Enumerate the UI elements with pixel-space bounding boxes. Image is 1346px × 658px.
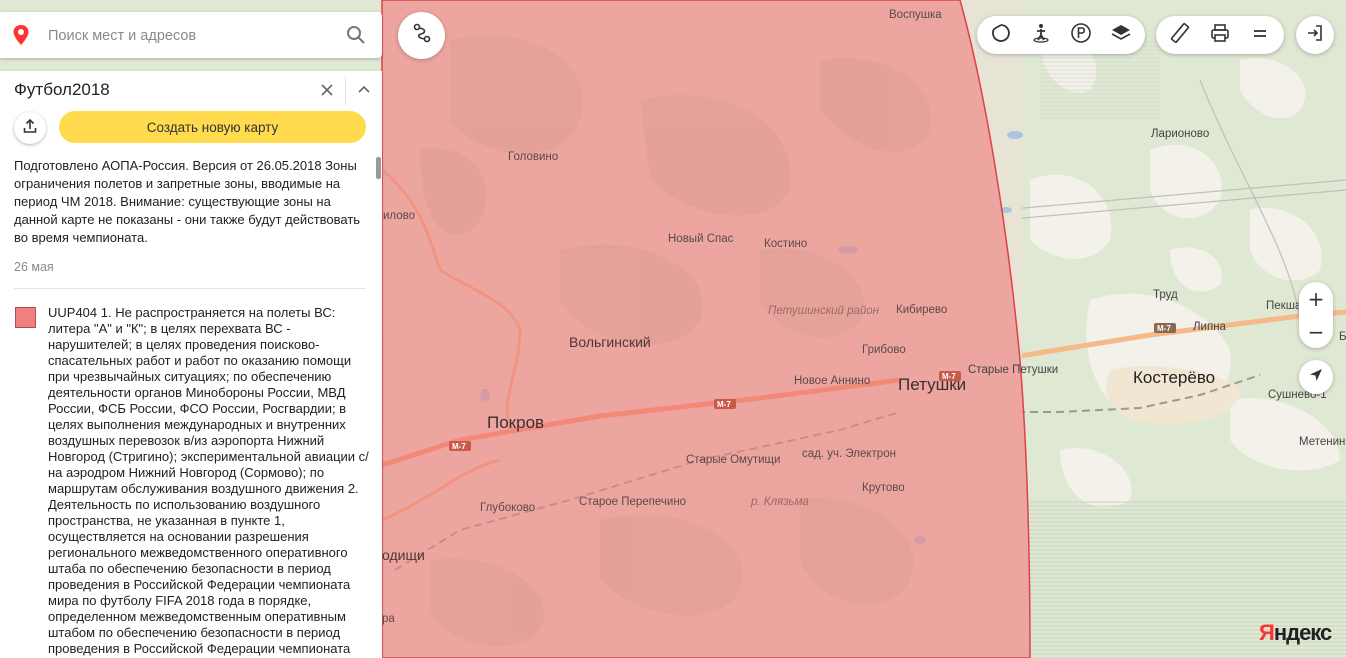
svg-text:M-7: M-7 bbox=[1157, 324, 1171, 333]
zone-item-text[interactable]: UUP404 1. Не распространяется на полеты … bbox=[48, 305, 370, 657]
label-ra: ра bbox=[382, 613, 395, 625]
label-volginsky: Вольгинский bbox=[569, 334, 651, 350]
label-larionovo: Ларионово bbox=[1151, 128, 1209, 140]
label-ilovo: илово bbox=[383, 210, 415, 222]
map-description: Подготовлено АОПА-Россия. Версия от 26.0… bbox=[14, 158, 361, 245]
divider bbox=[345, 77, 346, 105]
map-layers-toolbar bbox=[977, 16, 1145, 54]
label-elektron: сад. уч. Электрон bbox=[802, 448, 896, 460]
login-button[interactable] bbox=[1296, 16, 1334, 54]
label-roditsy: одищи bbox=[382, 547, 425, 563]
svg-text:M-7: M-7 bbox=[717, 400, 731, 409]
map-date: 26 мая bbox=[14, 260, 54, 274]
location-arrow-icon bbox=[1308, 367, 1324, 388]
route-button[interactable] bbox=[398, 12, 445, 59]
pedestrian-icon bbox=[1030, 22, 1052, 49]
label-voshushka: Воспушка bbox=[889, 9, 942, 21]
svg-text:M-7: M-7 bbox=[942, 372, 956, 381]
label-district: Петушинский район bbox=[768, 305, 880, 317]
layers-button[interactable] bbox=[1101, 16, 1141, 54]
zoom-out-button[interactable]: − bbox=[1299, 315, 1333, 348]
share-icon bbox=[22, 118, 38, 139]
label-peksha: Пекша bbox=[1266, 300, 1302, 312]
map-pin-icon bbox=[12, 24, 30, 51]
parking-icon bbox=[1070, 22, 1092, 49]
print-button[interactable] bbox=[1200, 16, 1240, 54]
label-novy-spas: Новый Спас bbox=[668, 233, 734, 245]
label-novoe-annino: Новое Аннино bbox=[794, 375, 870, 387]
search-input[interactable] bbox=[46, 22, 340, 50]
close-icon[interactable] bbox=[318, 81, 336, 99]
label-staroe-perepechino: Старое Перепечино bbox=[579, 496, 686, 508]
label-krutovo: Крутово bbox=[862, 482, 905, 494]
shield-m7: M-7 bbox=[939, 371, 961, 381]
zoom-control: + − bbox=[1299, 282, 1333, 348]
panel-scrollbar[interactable] bbox=[376, 157, 381, 179]
create-map-button[interactable]: Создать новую карту bbox=[59, 111, 366, 143]
chevron-up-icon[interactable] bbox=[355, 81, 373, 104]
printer-icon bbox=[1209, 22, 1231, 49]
label-metenino: Метенин bbox=[1299, 436, 1345, 448]
map-tools-toolbar bbox=[1156, 16, 1284, 54]
label-klyazma: р. Клязьма bbox=[750, 496, 809, 508]
layers-icon bbox=[1110, 22, 1132, 49]
search-icon[interactable] bbox=[346, 25, 366, 50]
logo-rest: ндекс bbox=[1273, 620, 1332, 645]
parking-button[interactable] bbox=[1061, 16, 1101, 54]
label-glubokovo: Глубоково bbox=[480, 502, 535, 514]
ruler-icon bbox=[1169, 22, 1191, 49]
divider bbox=[14, 288, 366, 289]
menu-button[interactable] bbox=[1240, 16, 1280, 54]
label-b: Б bbox=[1339, 331, 1346, 343]
restricted-zone-polygon[interactable] bbox=[381, 0, 1031, 658]
label-starye-omutishchi: Старые Омутищи bbox=[686, 454, 780, 466]
login-icon bbox=[1305, 23, 1325, 48]
logo-first-letter: Я bbox=[1259, 620, 1275, 645]
yandex-logo[interactable]: Яндекс bbox=[1259, 620, 1332, 646]
route-icon bbox=[411, 22, 433, 49]
ruler-button[interactable] bbox=[1160, 16, 1200, 54]
search-bar bbox=[0, 12, 382, 58]
geolocation-button[interactable] bbox=[1299, 360, 1333, 394]
share-button[interactable] bbox=[14, 112, 46, 144]
label-starye-petushki: Старые Петушки bbox=[968, 364, 1058, 376]
label-kostino: Костино bbox=[764, 238, 807, 250]
label-kosterevo: Костерёво bbox=[1133, 368, 1215, 387]
zone-color-swatch[interactable] bbox=[15, 307, 36, 328]
label-lipna: Липна bbox=[1193, 321, 1227, 333]
panel-title: Футбол2018 bbox=[14, 80, 110, 99]
traffic-button[interactable] bbox=[981, 16, 1021, 54]
map-info-panel: Футбол2018 Создать новую карту Подготовл… bbox=[0, 71, 382, 658]
panorama-button[interactable] bbox=[1021, 16, 1061, 54]
zoom-in-button[interactable]: + bbox=[1299, 282, 1333, 315]
shield-m7: M-7 bbox=[449, 441, 471, 451]
label-kibirevo: Кибирево bbox=[896, 304, 947, 316]
label-golovino: Головино bbox=[508, 151, 558, 163]
label-gribovo: Грибово bbox=[862, 344, 906, 356]
svg-text:M-7: M-7 bbox=[452, 442, 466, 451]
label-trud: Труд bbox=[1153, 289, 1178, 301]
menu-icon bbox=[1249, 22, 1271, 49]
label-pokrov: Покров bbox=[487, 413, 544, 432]
traffic-icon bbox=[990, 22, 1012, 49]
shield-m7: M-7 bbox=[714, 399, 736, 409]
shield-m7: M-7 bbox=[1154, 323, 1176, 333]
